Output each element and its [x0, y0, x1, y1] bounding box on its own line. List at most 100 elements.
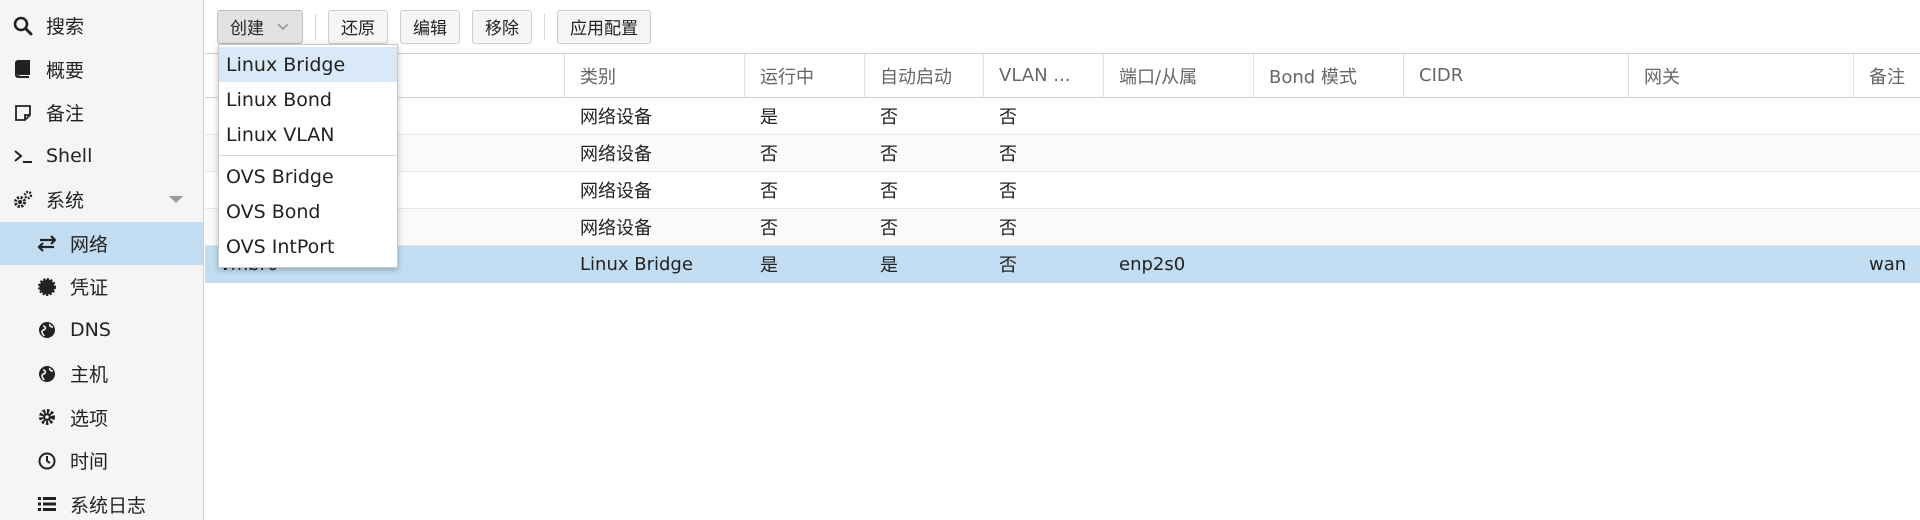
- menu-item-ovs-bridge[interactable]: OVS Bridge: [219, 159, 397, 194]
- revert-button[interactable]: 还原: [328, 9, 388, 44]
- network-grid: 选名称 类别 运行中 自动启动 VLAN ... 端口/从属 Bond 模式 C…: [205, 53, 1920, 520]
- toolbar-separator: [315, 13, 316, 40]
- search-icon: [12, 15, 34, 37]
- cell-cidr: [1404, 98, 1629, 134]
- column-header-vlan[interactable]: VLAN ...: [984, 54, 1104, 97]
- cell-autostart: 否: [880, 218, 898, 239]
- terminal-icon: [12, 145, 34, 167]
- create-button-label: 创建: [230, 19, 264, 39]
- sidebar-item-label: 备注: [46, 103, 85, 126]
- menu-item-linux-vlan[interactable]: Linux VLAN: [219, 117, 397, 152]
- sidebar-item-syslog[interactable]: 系统日志: [0, 483, 203, 520]
- cell-vlan: 否: [999, 107, 1017, 128]
- chevron-down-icon: [277, 22, 289, 30]
- note-icon: [12, 102, 34, 124]
- cell-vlan: 否: [999, 255, 1017, 276]
- app-window: 搜索 概要 备注 Shell 系统 网络 凭证 DNS 主机 选项 时间 系统日…: [0, 0, 1920, 520]
- globe-icon: [36, 363, 58, 385]
- cell-gateway: [1629, 98, 1854, 134]
- cell-ports: [1104, 98, 1254, 134]
- column-header-type[interactable]: 类别: [565, 54, 745, 97]
- cell-bond-mode: [1254, 209, 1404, 245]
- column-header-bond-mode[interactable]: Bond 模式: [1254, 54, 1404, 97]
- chevron-down-icon[interactable]: [169, 195, 183, 203]
- exchange-icon: [36, 232, 58, 254]
- cell-cidr: [1404, 246, 1629, 282]
- toolbar-separator: [544, 13, 545, 40]
- cell-gateway: [1629, 135, 1854, 171]
- cell-type: 网络设备: [580, 218, 652, 239]
- cell-comment: [1854, 209, 1920, 245]
- cell-type: Linux Bridge: [580, 253, 693, 275]
- cell-gateway: [1629, 246, 1854, 282]
- menu-item-linux-bond[interactable]: Linux Bond: [219, 82, 397, 117]
- column-header-cidr[interactable]: CIDR: [1404, 54, 1629, 97]
- column-header-autostart[interactable]: 自动启动: [865, 54, 984, 97]
- sidebar-item-time[interactable]: 时间: [0, 439, 203, 483]
- edit-button[interactable]: 编辑: [400, 9, 460, 44]
- menu-item-linux-bridge[interactable]: Linux Bridge: [219, 47, 397, 82]
- column-header-ports[interactable]: 端口/从属: [1104, 54, 1254, 97]
- column-header-active[interactable]: 运行中: [745, 54, 865, 97]
- cell-autostart: 否: [880, 107, 898, 128]
- cell-comment: [1854, 135, 1920, 171]
- cell-bond-mode: [1254, 246, 1404, 282]
- sidebar-item-hosts[interactable]: 主机: [0, 352, 203, 396]
- sidebar-item-notes[interactable]: 备注: [0, 91, 203, 135]
- sidebar-item-label: 系统: [46, 190, 85, 213]
- cogs-icon: [12, 189, 34, 211]
- cell-vlan: 否: [999, 181, 1017, 202]
- sidebar-item-dns[interactable]: DNS: [0, 309, 203, 353]
- cell-vlan: 否: [999, 218, 1017, 239]
- column-header-comment[interactable]: 备注: [1854, 54, 1920, 97]
- cell-type: 网络设备: [580, 181, 652, 202]
- cell-comment: [1854, 172, 1920, 208]
- sidebar-item-search[interactable]: 搜索: [0, 4, 203, 48]
- sidebar-item-label: 网络: [70, 233, 109, 256]
- cell-ports: enp2s0: [1119, 253, 1186, 275]
- sidebar-item-summary[interactable]: 概要: [0, 48, 203, 92]
- menu-item-ovs-bond[interactable]: OVS Bond: [219, 194, 397, 229]
- cell-type: 网络设备: [580, 144, 652, 165]
- cell-comment: [1854, 98, 1920, 134]
- sidebar-item-network[interactable]: 网络: [0, 221, 203, 265]
- table-row[interactable]: xc4834f1205b9 网络设备 否 否 否: [205, 135, 1920, 172]
- sidebar-item-system[interactable]: 系统: [0, 178, 203, 222]
- table-row-selected[interactable]: vmbr0 Linux Bridge 是 是 否 enp2s0 wan: [205, 246, 1920, 283]
- cell-cidr: [1404, 172, 1629, 208]
- table-row[interactable]: xc4834f1205bb 网络设备 否 否 否: [205, 209, 1920, 246]
- certificate-icon: [36, 276, 58, 298]
- menu-separator: [219, 155, 397, 156]
- globe-icon: [36, 319, 58, 341]
- sidebar-item-label: 选项: [70, 407, 109, 430]
- remove-button[interactable]: 移除: [472, 9, 532, 44]
- table-row[interactable]: xc4834f1205ba 网络设备 否 否 否: [205, 172, 1920, 209]
- sidebar-item-label: 时间: [70, 451, 109, 474]
- cell-ports: [1104, 135, 1254, 171]
- sidebar-item-label: 搜索: [46, 16, 85, 39]
- menu-item-ovs-intport[interactable]: OVS IntPort: [219, 229, 397, 264]
- cell-autostart: 否: [880, 181, 898, 202]
- sidebar-item-certificates[interactable]: 凭证: [0, 265, 203, 309]
- cell-cidr: [1404, 209, 1629, 245]
- table-row[interactable]: xc4834f1205b8 网络设备 是 否 否: [205, 98, 1920, 135]
- sidebar-item-label: 凭证: [70, 277, 109, 300]
- cell-active: 否: [760, 144, 778, 165]
- apply-config-button[interactable]: 应用配置: [557, 9, 651, 44]
- sidebar: 搜索 概要 备注 Shell 系统 网络 凭证 DNS 主机 选项 时间 系统日…: [0, 0, 204, 520]
- grid-header: 选名称 类别 运行中 自动启动 VLAN ... 端口/从属 Bond 模式 C…: [205, 53, 1920, 98]
- cell-gateway: [1629, 209, 1854, 245]
- sidebar-item-shell[interactable]: Shell: [0, 135, 203, 179]
- cell-bond-mode: [1254, 98, 1404, 134]
- column-header-gateway[interactable]: 网关: [1629, 54, 1854, 97]
- list-icon: [36, 493, 58, 515]
- create-button[interactable]: 创建: [217, 9, 303, 44]
- sidebar-item-options[interactable]: 选项: [0, 396, 203, 440]
- cell-active: 是: [760, 107, 778, 128]
- cell-gateway: [1629, 172, 1854, 208]
- cell-active: 否: [760, 218, 778, 239]
- clock-icon: [36, 450, 58, 472]
- toolbar: 创建 还原 编辑 移除 应用配置: [205, 0, 1920, 53]
- cell-autostart: 是: [880, 255, 898, 276]
- cell-bond-mode: [1254, 172, 1404, 208]
